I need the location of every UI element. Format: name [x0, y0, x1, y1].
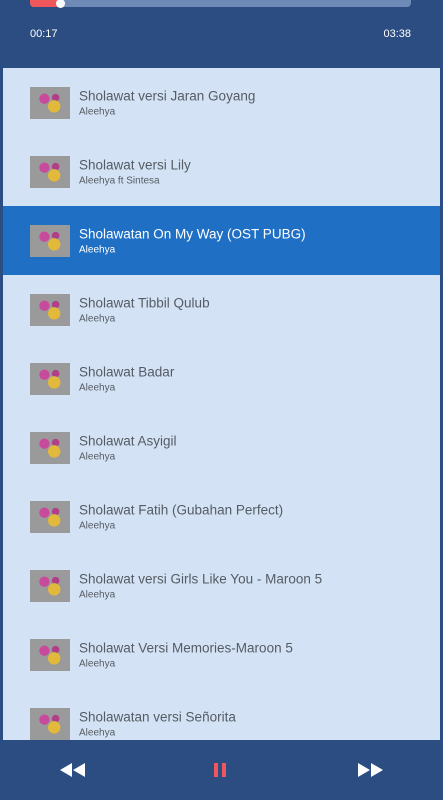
playlist-item[interactable]: Sholawat versi Girls Like You - Maroon 5… — [3, 551, 440, 620]
track-title: Sholawatan On My Way (OST PUBG) — [79, 226, 306, 241]
playlist-item[interactable]: Sholawat versi Lily Aleehya ft Sintesa — [3, 137, 440, 206]
pause-button[interactable] — [208, 759, 232, 781]
track-artist: Aleehya — [79, 589, 116, 600]
playlist-item[interactable]: Sholawat Asyigil Aleehya — [3, 413, 440, 482]
album-art — [30, 707, 70, 740]
album-art — [30, 431, 70, 464]
playlist-item[interactable]: Sholawatan versi Señorita Aleehya — [3, 689, 440, 740]
track-artist: Aleehya — [79, 313, 116, 324]
fast-forward-icon — [358, 763, 383, 777]
previous-button[interactable] — [58, 759, 88, 781]
track-meta: Sholawat Fatih (Gubahan Perfect) Aleehya — [79, 501, 283, 532]
track-title: Sholawat versi Girls Like You - Maroon 5 — [79, 571, 323, 586]
album-art — [30, 293, 70, 326]
track-artist: Aleehya — [79, 658, 116, 669]
track-meta: Sholawat versi Jaran Goyang Aleehya — [79, 87, 255, 118]
album-art — [30, 500, 70, 533]
track-title: Sholawat Versi Memories-Maroon 5 — [79, 640, 293, 655]
album-art — [30, 569, 70, 602]
track-artist: Aleehya — [79, 382, 116, 393]
track-meta: Sholawatan versi Señorita Aleehya — [79, 708, 236, 739]
track-meta: Sholawat versi Girls Like You - Maroon 5… — [79, 570, 322, 601]
track-meta: Sholawat Versi Memories-Maroon 5 Aleehya — [79, 639, 293, 670]
track-title: Sholawat versi Lily — [79, 157, 191, 172]
track-meta: Sholawat Asyigil Aleehya — [79, 432, 177, 463]
playlist[interactable]: Sholawat versi Jaran Goyang Aleehya Sholaw… — [3, 68, 440, 740]
track-artist: Aleehya — [79, 451, 116, 462]
album-art — [30, 155, 70, 188]
track-artist: Aleehya — [79, 244, 116, 255]
playlist-item[interactable]: Sholawatan On My Way (OST PUBG) Aleehya — [3, 206, 440, 275]
playback-controls — [0, 740, 443, 800]
progress-knob[interactable] — [55, 0, 65, 8]
playlist-item[interactable]: Sholawat versi Jaran Goyang Aleehya — [3, 68, 440, 137]
playlist-item[interactable]: Sholawat Versi Memories-Maroon 5 Aleehya — [3, 620, 440, 689]
track-title: Sholawat versi Jaran Goyang — [79, 88, 256, 103]
album-art — [30, 362, 70, 395]
playlist-item[interactable]: Sholawat Badar Aleehya — [3, 344, 440, 413]
rewind-icon — [60, 763, 85, 777]
track-artist: Aleehya — [79, 106, 116, 117]
track-title: Sholawatan versi Señorita — [79, 709, 236, 724]
track-title: Sholawat Asyigil — [79, 433, 177, 448]
track-artist: Aleehya ft Sintesa — [79, 175, 160, 186]
elapsed-time: 00:17 — [30, 28, 58, 40]
track-meta: Sholawat Badar Aleehya — [79, 363, 174, 394]
track-meta: Sholawatan On My Way (OST PUBG) Aleehya — [79, 225, 306, 256]
playlist-item[interactable]: Sholawat Fatih (Gubahan Perfect) Aleehya — [3, 482, 440, 551]
track-title: Sholawat Badar — [79, 364, 175, 379]
next-button[interactable] — [355, 759, 385, 781]
track-title: Sholawat Tibbil Qulub — [79, 295, 210, 310]
track-meta: Sholawat Tibbil Qulub Aleehya — [79, 294, 210, 325]
album-art — [30, 224, 70, 257]
album-art — [30, 638, 70, 671]
progress-bar[interactable] — [30, 0, 411, 8]
album-art — [30, 86, 70, 119]
track-artist: Aleehya — [79, 520, 116, 531]
playlist-item[interactable]: Sholawat Tibbil Qulub Aleehya — [3, 275, 440, 344]
track-artist: Aleehya — [79, 727, 116, 738]
pause-icon — [214, 763, 226, 777]
track-meta: Sholawat versi Lily Aleehya ft Sintesa — [79, 156, 191, 187]
total-time: 03:38 — [383, 28, 411, 40]
track-title: Sholawat Fatih (Gubahan Perfect) — [79, 502, 284, 517]
